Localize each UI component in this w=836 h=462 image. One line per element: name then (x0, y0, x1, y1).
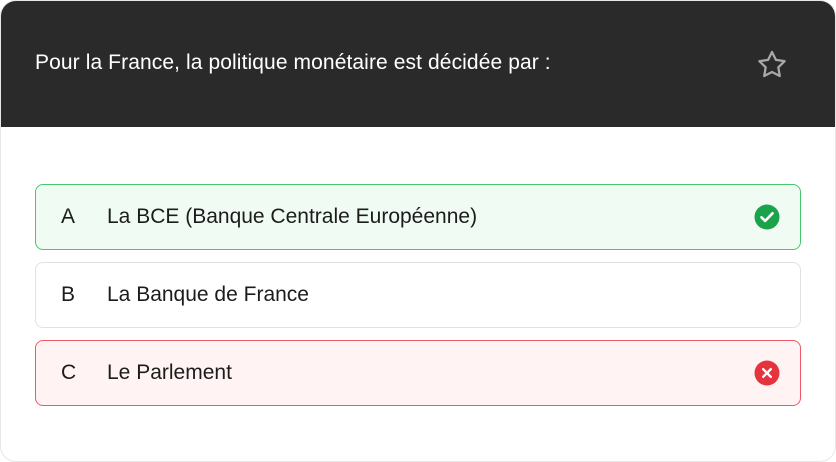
option-label: Le Parlement (107, 361, 232, 384)
answer-options: A La BCE (Banque Centrale Européenne) B … (1, 127, 835, 406)
answer-option-a[interactable]: A La BCE (Banque Centrale Européenne) (35, 184, 801, 250)
option-letter: A (61, 205, 76, 228)
star-outline-icon (758, 50, 786, 78)
question-text: Pour la France, la politique monétaire e… (35, 51, 551, 74)
option-letter: B (61, 283, 76, 306)
favorite-button[interactable] (753, 46, 791, 84)
x-circle-icon (754, 360, 780, 386)
answer-option-b[interactable]: B La Banque de France (35, 262, 801, 328)
quiz-card: Pour la France, la politique monétaire e… (0, 0, 836, 462)
question-header: Pour la France, la politique monétaire e… (1, 1, 835, 127)
answer-option-c[interactable]: C Le Parlement (35, 340, 801, 406)
option-letter: C (61, 361, 77, 384)
option-label: La BCE (Banque Centrale Européenne) (107, 205, 478, 228)
check-circle-icon (754, 204, 780, 230)
option-label: La Banque de France (107, 283, 309, 306)
